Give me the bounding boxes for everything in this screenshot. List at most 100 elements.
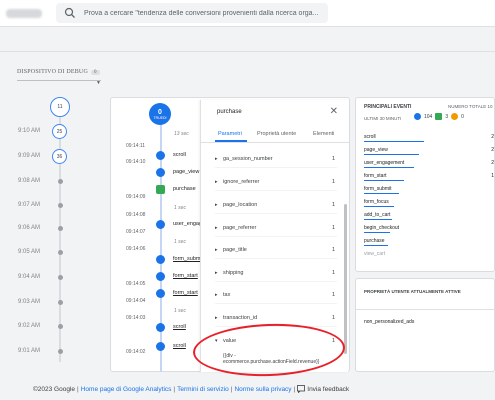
seconds-gap: 1 sec xyxy=(174,308,186,314)
top-bar: Prova a cercare "tendenza delle conversi… xyxy=(0,0,495,27)
param-count: 1 xyxy=(331,315,335,321)
top-event-row[interactable]: begin_checkout xyxy=(364,225,494,233)
top-event-row[interactable]: user_engagement 2 xyxy=(364,160,494,168)
event-type-dot-green xyxy=(435,113,443,120)
minute-dot[interactable] xyxy=(57,203,63,208)
param-divider xyxy=(215,213,337,214)
param-divider xyxy=(215,281,337,282)
param-row[interactable]: ▸ page_title 1 xyxy=(215,245,335,255)
param-row[interactable]: ▸ ga_session_number 1 xyxy=(215,154,335,164)
minute-time: 9:10 AM xyxy=(18,128,41,134)
top-event-name: begin_checkout xyxy=(364,225,400,231)
top-event-count: 2 xyxy=(491,160,494,166)
top-event-row[interactable]: form_submit xyxy=(364,186,494,194)
active-user-properties-card: PROPRIETÀ UTENTE ATTUALMENTE ATTIVE non_… xyxy=(355,278,495,372)
top-event-name: form_focus xyxy=(364,199,389,205)
param-name: page_referrer xyxy=(223,225,257,231)
minute-dot[interactable] xyxy=(57,179,63,184)
footer-separator: | xyxy=(173,385,176,393)
conversion-flag-icon xyxy=(156,185,165,194)
param-row[interactable]: ▸ transaction_id 1 xyxy=(215,313,335,323)
stream-count: 0 xyxy=(158,108,162,116)
top-event-name: scroll xyxy=(364,134,376,140)
event-detail-title: purchase xyxy=(217,109,242,115)
param-name: ga_session_number xyxy=(223,156,273,162)
top-event-bar xyxy=(364,206,394,207)
event-name[interactable]: form_start xyxy=(173,273,198,279)
param-count: 1 xyxy=(331,179,335,185)
minute-bubble[interactable]: 25 xyxy=(52,124,67,139)
param-row[interactable]: ▸ page_referrer 1 xyxy=(215,223,335,233)
top-event-row[interactable]: add_to_cart xyxy=(364,212,494,220)
top-event-count: 2 xyxy=(491,147,494,153)
tab-user-properties[interactable]: Proprietà utente xyxy=(257,131,296,137)
footer: ©2023 Google | Home page di Google Analy… xyxy=(33,385,349,393)
minute-bubble[interactable]: 36 xyxy=(52,149,67,164)
event-name[interactable]: page_view xyxy=(173,169,199,175)
header-divider xyxy=(0,51,495,52)
minute-dot[interactable] xyxy=(57,349,63,354)
event-name-purchase[interactable]: purchase xyxy=(173,186,196,192)
top-event-row[interactable]: form_start 1 xyxy=(364,173,494,181)
event-name[interactable]: form_start xyxy=(173,290,198,296)
param-row[interactable]: ▸ shipping 1 xyxy=(215,268,335,278)
event-name[interactable]: form_submit xyxy=(173,256,203,262)
param-name: transaction_id xyxy=(223,315,258,321)
top-event-row[interactable]: view_cart xyxy=(364,251,494,257)
top-events-subtitle: ULTIMI 30 MINUTI xyxy=(364,116,402,121)
footer-separator: | xyxy=(230,385,233,393)
tab-items[interactable]: Elementi xyxy=(313,131,334,137)
top-event-name: purchase xyxy=(364,238,385,244)
debug-device-selector[interactable]: DISPOSITIVO DI DEBUG 0 xyxy=(17,69,100,75)
top-event-name: add_to_cart xyxy=(364,212,391,218)
debug-device-label: DISPOSITIVO DI DEBUG xyxy=(17,69,88,75)
top-event-row[interactable]: purchase xyxy=(364,238,494,246)
detail-scrollbar[interactable] xyxy=(344,204,347,354)
top-event-row[interactable]: scroll 2 xyxy=(364,134,494,142)
param-row[interactable]: ▸ tax 1 xyxy=(215,290,335,300)
search-icon xyxy=(64,7,75,18)
event-name[interactable]: scroll xyxy=(173,152,186,158)
top-event-name: user_engagement xyxy=(364,160,405,166)
minute-dot[interactable] xyxy=(57,275,63,280)
feedback-link[interactable]: Invia feedback xyxy=(307,386,349,393)
param-count: 1 xyxy=(331,225,335,231)
top-event-row[interactable]: page_view 2 xyxy=(364,147,494,155)
event-name[interactable]: scroll xyxy=(173,324,186,330)
top-event-name: view_cart xyxy=(364,251,386,257)
app-logo[interactable] xyxy=(6,9,42,18)
seconds-gap: 1 sec xyxy=(174,239,186,245)
user-properties-divider xyxy=(356,309,495,310)
param-count: 1 xyxy=(331,270,335,276)
close-icon[interactable]: ✕ xyxy=(330,106,338,117)
minute-dot[interactable] xyxy=(57,226,63,231)
event-icon xyxy=(156,272,165,281)
footer-copyright: ©2023 Google xyxy=(33,385,76,393)
event-name[interactable]: scroll xyxy=(173,343,186,349)
param-name: page_location xyxy=(223,202,258,208)
caret-right-icon: ▸ xyxy=(215,156,218,162)
footer-link-home[interactable]: Home page di Google Analytics xyxy=(81,386,172,393)
footer-separator: | xyxy=(293,385,296,393)
param-name: tax xyxy=(223,292,231,298)
top-event-bar xyxy=(364,219,392,220)
minute-bubble[interactable]: 11 xyxy=(50,97,70,117)
event-time: 09:14:10 xyxy=(126,159,146,165)
top-event-bar xyxy=(364,232,390,233)
top-event-row[interactable]: form_focus xyxy=(364,199,494,207)
search-bar[interactable]: Prova a cercare "tendenza delle conversi… xyxy=(56,3,328,23)
minute-dot[interactable] xyxy=(57,324,63,329)
minute-dot[interactable] xyxy=(57,250,63,255)
top-event-count: 2 xyxy=(491,134,494,140)
device-selector-underline xyxy=(17,80,101,81)
param-name: page_title xyxy=(223,247,247,253)
top-event-bar xyxy=(364,193,399,194)
minute-dot[interactable] xyxy=(57,300,63,305)
footer-link-privacy[interactable]: Norme sulla privacy xyxy=(234,386,291,393)
chevron-down-icon[interactable]: ▼ xyxy=(96,80,101,86)
tab-parameters[interactable]: Parametri xyxy=(218,131,242,137)
user-property-item[interactable]: non_personalized_ads xyxy=(364,319,414,325)
param-row[interactable]: ▸ ignore_referrer 1 xyxy=(215,177,335,187)
param-row[interactable]: ▸ page_location 1 xyxy=(215,200,335,210)
footer-link-terms[interactable]: Termini di servizio xyxy=(177,386,229,393)
